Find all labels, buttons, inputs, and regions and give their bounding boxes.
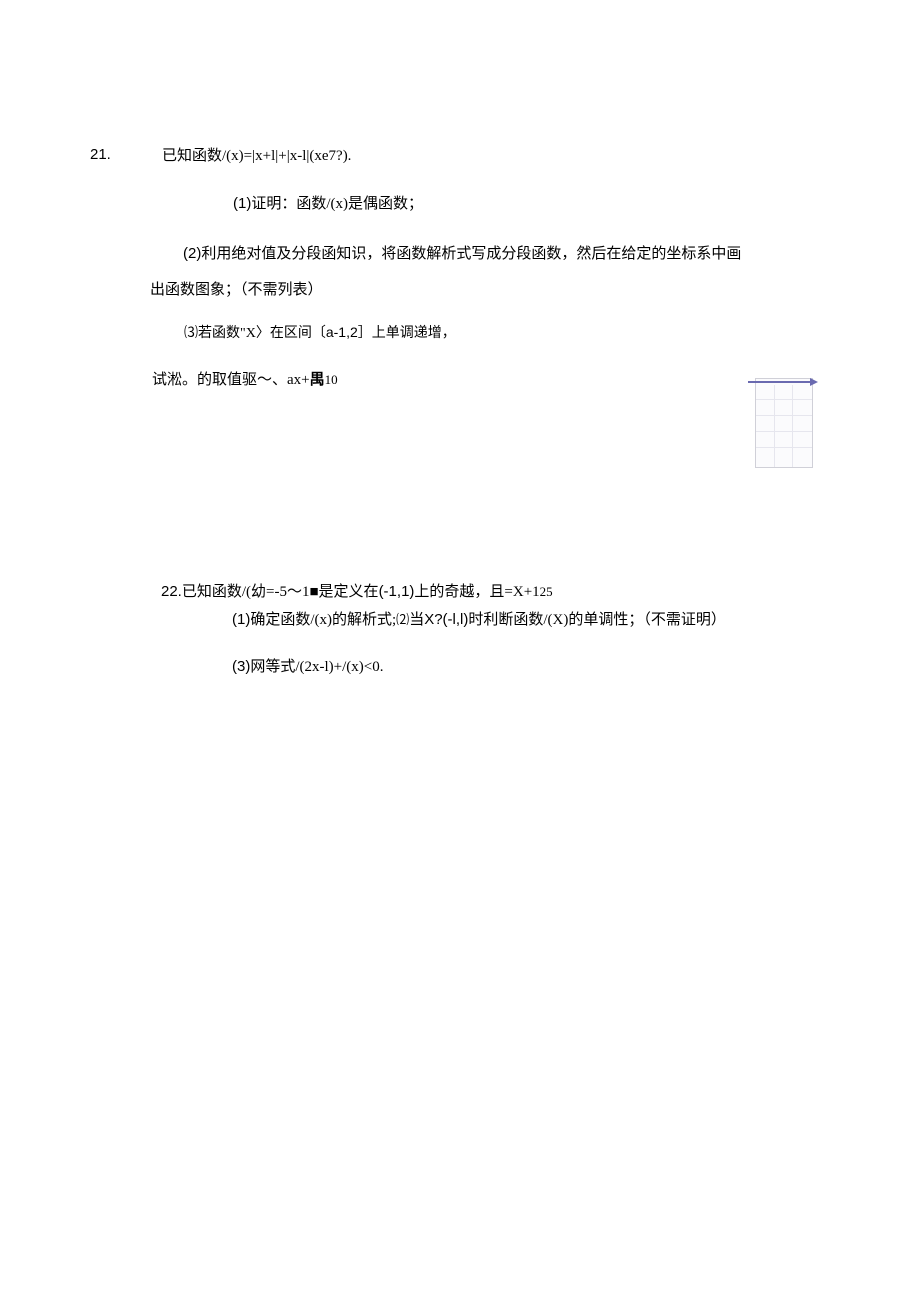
grid-line — [774, 385, 775, 467]
q22-l3-num: (3) — [232, 658, 250, 675]
q22-l1-a: 已知函数/(幼=-5～1 — [182, 584, 310, 600]
q22-l1-f: 25 — [540, 584, 553, 599]
q21-l1-text: 已知函数/(x)=|x+l|+|x-l|(xe7?). — [162, 148, 351, 164]
q21-l5-b: a-1,2 — [326, 324, 358, 340]
grid-line — [792, 385, 793, 467]
q22-l2-num: (1) — [232, 611, 250, 628]
q22-number: 22. — [161, 583, 182, 600]
grid-line — [756, 447, 812, 448]
q22-line3: (3)网等式/(2x-l)+/(x)<0. — [232, 656, 384, 678]
q21-l5-c: ］上单调递增， — [358, 326, 456, 341]
q22-l2-c: ⑵ — [396, 612, 409, 627]
q22-l1-d: (-1,1) — [379, 583, 415, 600]
q21-l3-num: (2) — [183, 245, 201, 262]
q21-line1: 已知函数/(x)=|x+l|+|x-l|(xe7?). — [162, 146, 351, 167]
q21-line2: (1)证明：函数/(x)是偶函数； — [233, 193, 423, 215]
grid-line — [756, 399, 812, 400]
q21-l3-text: 利用绝对值及分段函知识，将函数解析式写成分段函数，然后在给定的坐标系中画 — [201, 246, 741, 262]
q22-l2-d: 当 — [409, 612, 424, 628]
q21-line4: 出函数图象；（不需列表） — [150, 280, 323, 301]
grid-line — [756, 415, 812, 416]
q21-l6-b: 禺 — [310, 372, 325, 388]
q22-l2-b: 确定函数/(x)的解析式; — [250, 612, 396, 628]
q21-l4-text: 出函数图象；（不需列表） — [150, 282, 323, 298]
q21-line5: ⑶若函数"X〉在区间〔a-1,2］上单调递增， — [184, 323, 456, 344]
document-page: 21. 已知函数/(x)=|x+l|+|x-l|(xe7?). (1)证明：函数… — [0, 0, 920, 1304]
q21-l2-num: (1) — [233, 195, 251, 212]
grid-line — [756, 431, 812, 432]
q21-line3: (2)利用绝对值及分段函知识，将函数解析式写成分段函数，然后在给定的坐标系中画 — [183, 243, 741, 265]
q21-l2-text: 证明：函数/(x)是偶函数； — [251, 196, 423, 212]
q21-l5-a: ⑶若函数"X〉在区间〔 — [184, 326, 326, 341]
q21-l6-c: 10 — [325, 372, 338, 387]
q21-number: 21. — [90, 146, 111, 163]
q22-l3-b: 网等式/(2x-l)+/(x)<0. — [250, 659, 383, 675]
q21-l6-a: 试淞。的取值驱〜、ax+ — [152, 372, 310, 388]
arrow-right-icon — [810, 378, 818, 386]
q22-l1-c: 是定义在 — [319, 584, 379, 600]
q22-line1: 22.已知函数/(幼=-5～1■是定义在(-1,1)上的奇越，且=X+125 — [161, 581, 553, 603]
coordinate-graph — [755, 378, 813, 468]
q21-line6: 试淞。的取值驱〜、ax+禺10 — [152, 370, 338, 391]
q22-l1-e: 上的奇越，且=X+1 — [414, 584, 539, 600]
q22-line2: (1)确定函数/(x)的解析式;⑵当X?(-l,l)时利断函数/(X)的单调性；… — [232, 609, 726, 631]
q22-l2-f: 时利断函数/(X)的单调性；（不需证明） — [468, 612, 726, 628]
q22-l2-e: X?(-l,l) — [424, 611, 468, 628]
square-icon: ■ — [309, 584, 318, 600]
